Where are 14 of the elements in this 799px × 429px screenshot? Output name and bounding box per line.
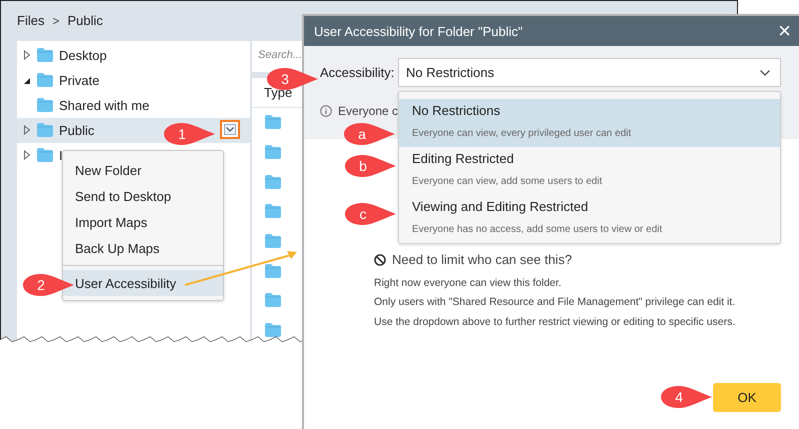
field-label: Accessibility: xyxy=(320,65,394,80)
step-tooltip: 1 xyxy=(163,122,215,146)
note-text: Use the dropdown above to further restrict viewing or editing to specific users. xyxy=(374,314,736,330)
section-heading: Need to limit who can see this? xyxy=(392,252,572,267)
step-tooltip: 4 xyxy=(660,385,712,409)
dialog-title: User Accessibility for Folder "Public" xyxy=(314,24,523,38)
step-tooltip: b xyxy=(344,154,396,178)
note-text: Only users with "Shared Resource and File Management" privilege can edit it. xyxy=(374,295,736,310)
note-text: Right now everyone can view this folder. xyxy=(374,276,562,291)
breadcrumb-separator: > xyxy=(52,14,60,28)
step-tooltip: 2 xyxy=(22,273,74,297)
info-text: Everyone c xyxy=(338,104,398,118)
step-tooltip: a xyxy=(343,122,395,146)
step-tooltip: c xyxy=(344,202,396,226)
